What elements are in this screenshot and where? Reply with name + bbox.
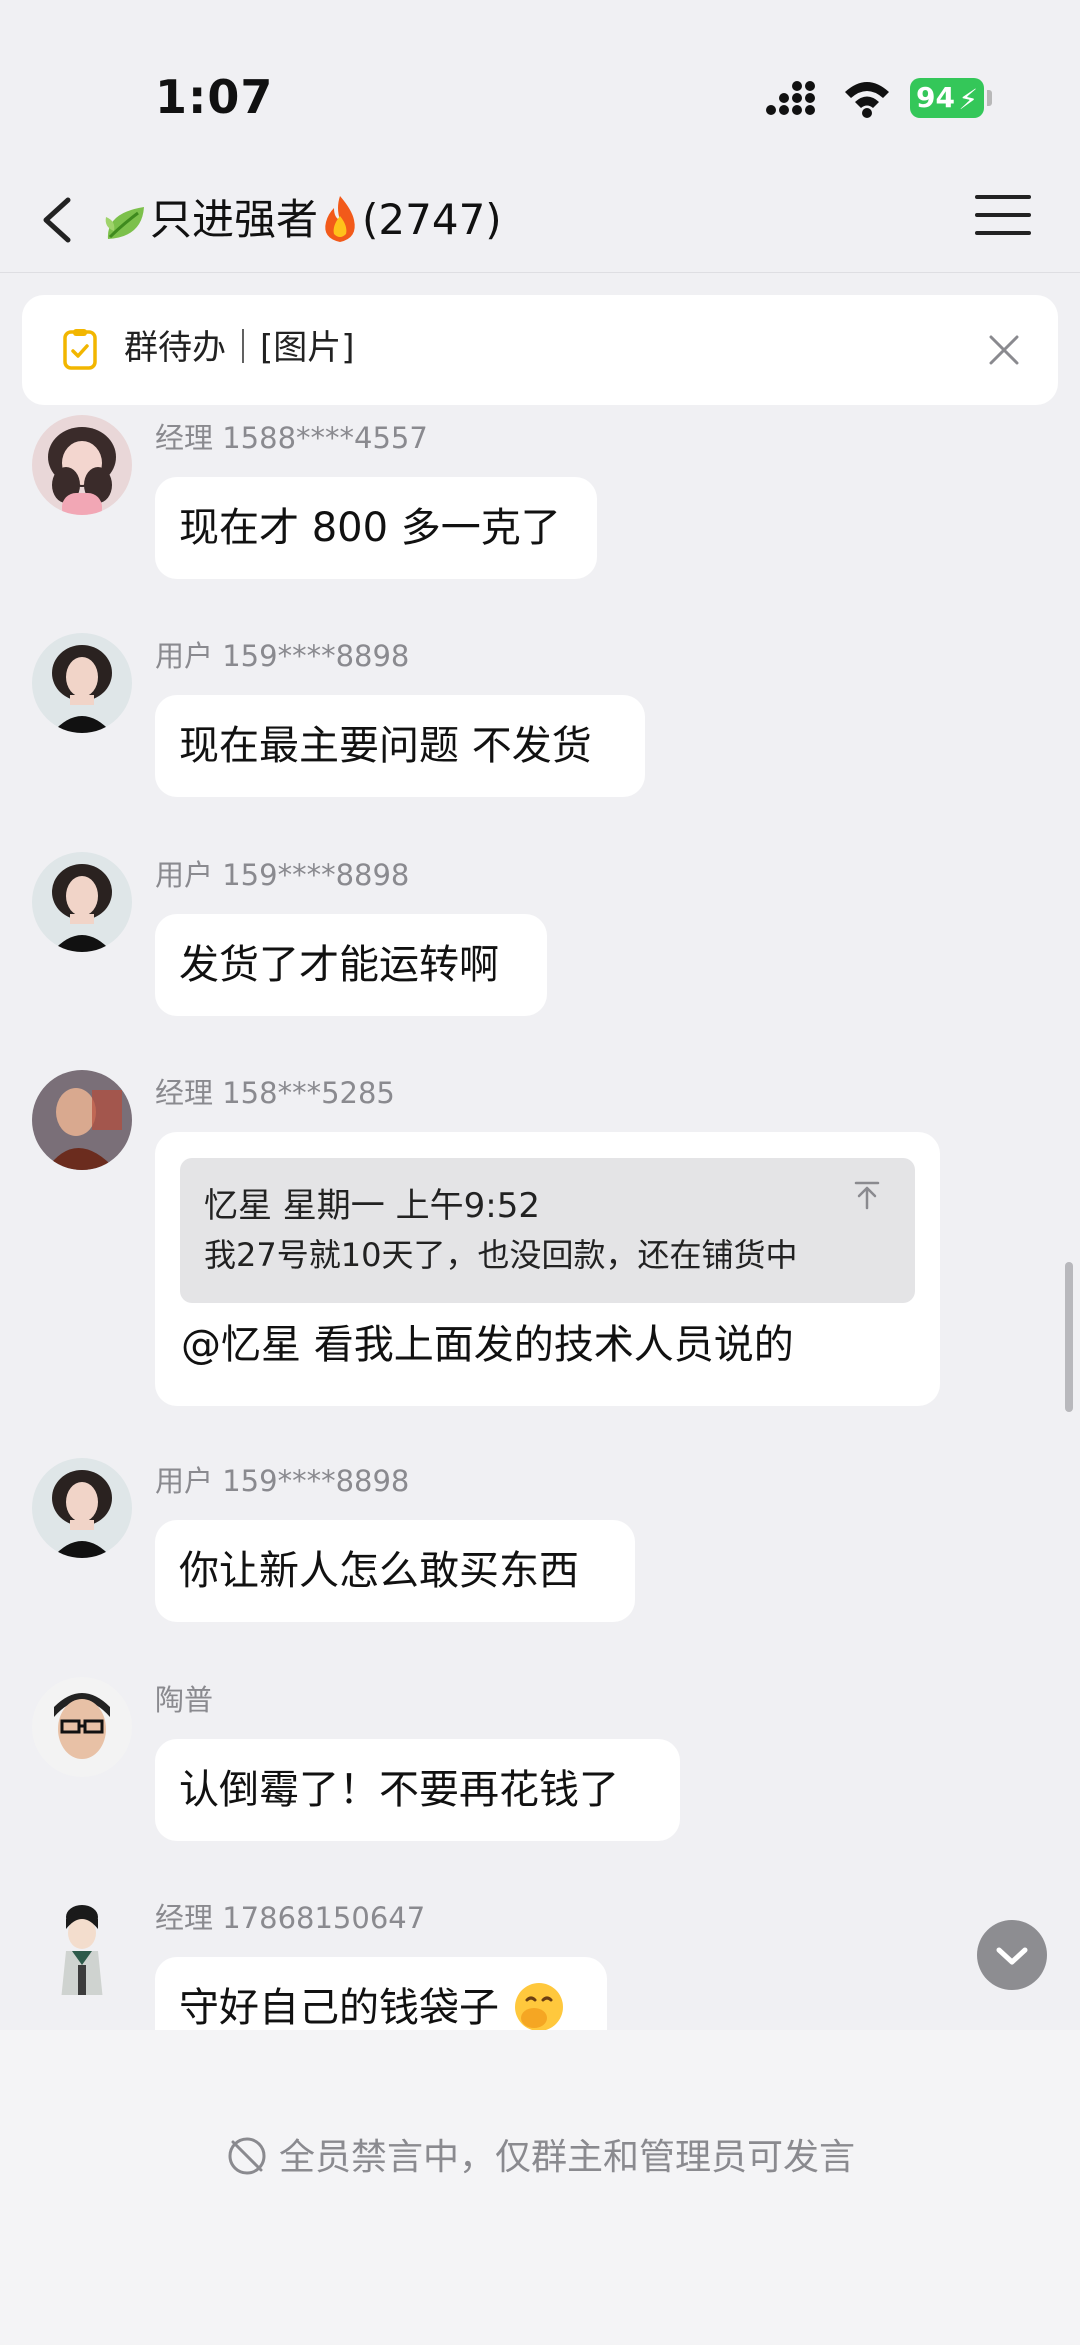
message: 用户 159****8898 你让新人怎么敢买东西 <box>0 1458 1080 1628</box>
quoted-message[interactable]: 忆星 星期一 上午9:52 我27号就10天了，也没回款，还在铺货中 <box>180 1158 915 1303</box>
input-area-muted: 全员禁言中，仅群主和管理员可发言 <box>0 2030 1080 2345</box>
quote-text: 我27号就10天了，也没回款，还在铺货中 <box>204 1236 798 1274</box>
header-divider <box>0 272 1080 273</box>
scrollbar[interactable] <box>1065 1262 1073 1412</box>
avatar[interactable] <box>32 633 132 733</box>
message-text: 守好自己的钱袋子 <box>179 1985 499 2030</box>
avatar[interactable] <box>32 1677 132 1777</box>
message: 用户 159****8898 发货了才能运转啊 <box>0 852 1080 1022</box>
message-bubble[interactable]: 现在才 800 多一克了 <box>155 477 597 579</box>
message: 用户 159****8898 现在最主要问题 不发货 <box>0 633 1080 803</box>
message: 经理 17868150647 守好自己的钱袋子 <box>0 1895 1080 2030</box>
cellular-signal-icon <box>766 81 815 115</box>
sender-name: 经理 17868150647 <box>155 1901 426 1935</box>
battery-level: 94 <box>916 81 955 114</box>
battery-tip <box>987 90 992 106</box>
message-bubble[interactable]: 你让新人怎么敢买东西 <box>155 1520 635 1622</box>
avatar[interactable] <box>32 1895 132 1995</box>
wifi-icon <box>845 82 889 118</box>
sender-name: 经理 158***5285 <box>155 1076 395 1110</box>
message-bubble[interactable]: 守好自己的钱袋子 <box>155 1957 607 2030</box>
todo-clipboard-icon <box>63 329 97 370</box>
message-bubble[interactable]: 现在最主要问题 不发货 <box>155 695 645 797</box>
quote-author: 忆星 星期一 上午9:52 <box>204 1186 540 1226</box>
back-arrow-icon[interactable] <box>30 188 90 252</box>
sender-name: 用户 159****8898 <box>155 1464 410 1498</box>
message-text: @忆星 看我上面发的技术人员说的 <box>181 1322 794 1368</box>
menu-icon[interactable] <box>975 195 1031 245</box>
todo-text: 群待办｜[图片] <box>124 328 355 368</box>
message: 经理 1588****4557 现在才 800 多一克了 <box>0 415 1080 585</box>
status-bar: 1:07 94 ⚡ <box>0 0 1080 170</box>
message-bubble[interactable]: 认倒霉了！不要再花钱了 <box>155 1739 680 1841</box>
avatar[interactable] <box>32 415 132 515</box>
avatar[interactable] <box>32 1070 132 1170</box>
scroll-to-bottom-button[interactable] <box>977 1920 1047 1990</box>
group-todo-banner[interactable]: 群待办｜[图片] <box>22 295 1058 405</box>
chevron-down-icon <box>996 1947 1028 1965</box>
message: 经理 158***5285 @忆星 看我上面发的技术人员说的 忆星 星期一 上午… <box>0 1070 1080 1410</box>
hand-over-mouth-emoji-icon <box>514 1983 563 2030</box>
sender-name: 用户 159****8898 <box>155 858 410 892</box>
mute-notice: 全员禁言中，仅群主和管理员可发言 <box>0 2128 1080 2180</box>
close-icon[interactable] <box>987 333 1021 367</box>
sender-name: 陶普 <box>155 1683 214 1717</box>
jump-to-original-icon[interactable] <box>852 1180 882 1210</box>
muted-icon <box>228 2137 266 2175</box>
chat-header: 只进强者 (2747) <box>0 170 1080 270</box>
sender-name: 经理 1588****4557 <box>155 421 428 455</box>
group-title[interactable]: 只进强者 (2747) <box>100 190 502 250</box>
status-time: 1:07 <box>155 70 274 124</box>
avatar[interactable] <box>32 852 132 952</box>
fire-icon <box>325 195 355 242</box>
message-bubble[interactable]: 发货了才能运转啊 <box>155 914 547 1016</box>
battery-indicator: 94 ⚡ <box>910 78 984 118</box>
charging-icon: ⚡ <box>958 83 978 116</box>
sender-name: 用户 159****8898 <box>155 639 410 673</box>
leaf-icon <box>105 206 144 239</box>
mute-notice-text: 全员禁言中，仅群主和管理员可发言 <box>278 2137 855 2178</box>
message: 陶普 认倒霉了！不要再花钱了 <box>0 1677 1080 1847</box>
avatar[interactable] <box>32 1458 132 1558</box>
group-name: 只进强者 <box>150 195 319 244</box>
member-count: (2747) <box>362 195 502 244</box>
